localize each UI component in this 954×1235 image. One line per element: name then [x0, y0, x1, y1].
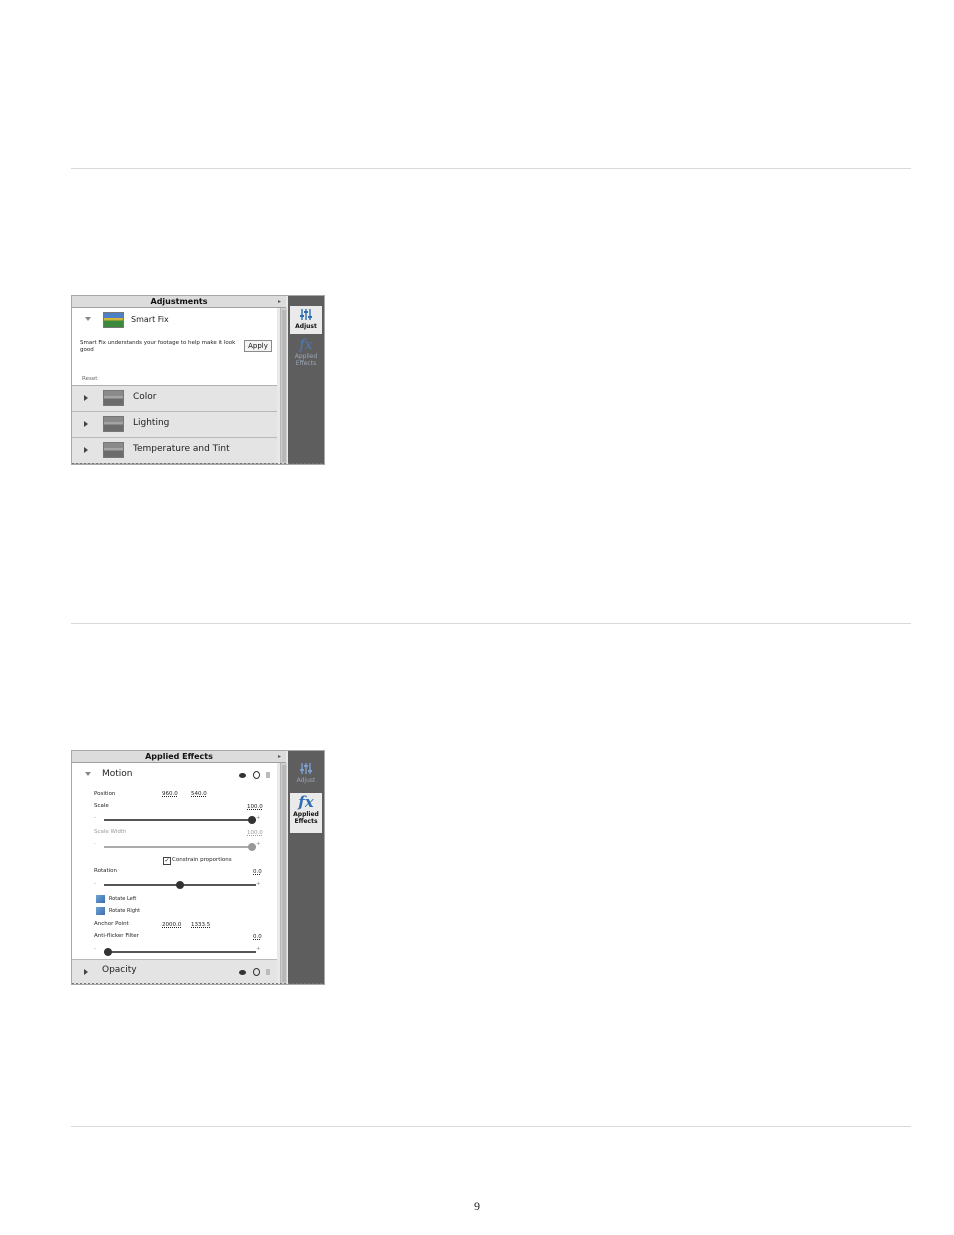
page-number: 9	[474, 1199, 480, 1213]
color-thumbnail	[103, 390, 124, 406]
chevron-right-icon	[84, 969, 88, 975]
rotate-left-icon[interactable]	[96, 895, 105, 903]
anchor-y-value[interactable]: 1333.5	[191, 922, 210, 929]
tab-adjust-label: Adjust	[296, 777, 316, 784]
panel-side-tabs: Adjust fx Applied Effects	[288, 296, 324, 464]
anchor-x-value[interactable]: 2000.0	[162, 922, 181, 929]
divider-rule	[71, 168, 911, 169]
scale-width-label: Scale Width	[94, 829, 127, 835]
constrain-checkbox[interactable]: ✓	[163, 857, 171, 865]
antiflicker-slider-knob[interactable]	[104, 948, 112, 956]
scale-label: Scale	[94, 803, 109, 809]
trash-icon[interactable]	[266, 772, 270, 778]
tab-applied-effects-label: Applied Effects	[294, 353, 318, 367]
adjustment-row-color[interactable]: Color	[72, 386, 277, 412]
position-y-value[interactable]: 540.0	[191, 791, 207, 798]
antiflicker-slider[interactable]	[104, 948, 256, 956]
rotate-right-icon[interactable]	[96, 907, 105, 915]
panel-menu-icon[interactable]: ▸	[278, 751, 281, 762]
panel-title: Adjustments	[72, 296, 286, 308]
position-label: Position	[94, 791, 116, 797]
divider-rule	[71, 623, 911, 624]
row-label: Temperature and Tint	[133, 444, 230, 454]
rotate-right-label[interactable]: Rotate Right	[109, 908, 140, 915]
chevron-down-icon[interactable]	[85, 772, 91, 776]
panel-cut-edge	[72, 463, 324, 464]
temperature-thumbnail	[103, 442, 124, 458]
reset-link[interactable]: Reset	[82, 376, 97, 383]
divider-rule	[71, 1126, 911, 1127]
rotation-label: Rotation	[94, 868, 118, 874]
reset-icon[interactable]	[253, 771, 260, 779]
panel-title: Applied Effects	[72, 751, 286, 763]
row-label: Color	[133, 392, 157, 402]
panel-scrollbar[interactable]	[280, 763, 287, 984]
sliders-icon	[300, 763, 312, 774]
lighting-thumbnail	[103, 416, 124, 432]
trash-icon[interactable]	[266, 969, 270, 975]
antiflicker-label: Anti-flicker Filter	[94, 933, 139, 939]
apply-button[interactable]: Apply	[244, 340, 272, 352]
panel-scrollbar[interactable]	[280, 308, 287, 464]
rotation-slider[interactable]	[104, 881, 256, 889]
smart-fix-thumbnail	[103, 312, 124, 328]
opacity-label: Opacity	[102, 965, 137, 975]
tab-applied-effects[interactable]: fx Applied Effects	[290, 338, 322, 370]
eye-icon[interactable]	[239, 773, 246, 778]
smart-fix-description: Smart Fix understands your footage to he…	[80, 340, 236, 353]
adjustment-row-temperature[interactable]: Temperature and Tint	[72, 438, 277, 464]
adjustment-row-lighting[interactable]: Lighting	[72, 412, 277, 438]
chevron-right-icon	[84, 421, 88, 427]
scale-width-value: 100.0	[247, 830, 263, 836]
panel-side-tabs: Adjust fx Applied Effects	[288, 751, 324, 984]
fx-icon: fx	[298, 793, 314, 811]
row-label: Lighting	[133, 418, 170, 428]
constrain-label: Constrain proportions	[172, 857, 232, 863]
scale-slider[interactable]	[104, 816, 256, 824]
eye-icon[interactable]	[239, 970, 246, 975]
scale-width-slider	[104, 843, 256, 851]
rotation-value[interactable]: 0.0	[253, 869, 262, 876]
smart-fix-section: Smart Fix Smart Fix understands your foo…	[72, 308, 277, 386]
chevron-right-icon	[84, 395, 88, 401]
sliders-icon	[300, 309, 312, 320]
chevron-right-icon	[84, 447, 88, 453]
tab-adjust[interactable]: Adjust	[290, 759, 322, 789]
adjustments-panel: Adjustments ▸ Adjust fx Applied Effects …	[71, 295, 325, 465]
panel-cut-edge	[72, 983, 324, 984]
tab-applied-effects[interactable]: fx Applied Effects	[290, 793, 322, 833]
anchor-point-label: Anchor Point	[94, 921, 129, 927]
tab-adjust-label: Adjust	[295, 323, 317, 330]
scale-value[interactable]: 100.0	[247, 804, 263, 811]
fx-icon: fx	[299, 337, 313, 353]
chevron-down-icon[interactable]	[85, 317, 91, 321]
panel-menu-icon[interactable]: ▸	[278, 296, 281, 307]
opacity-row[interactable]: Opacity	[72, 959, 277, 984]
rotation-slider-knob[interactable]	[176, 881, 184, 889]
reset-icon[interactable]	[253, 968, 260, 976]
tab-adjust[interactable]: Adjust	[290, 306, 322, 334]
scale-slider-knob[interactable]	[248, 816, 256, 824]
antiflicker-value[interactable]: 0.0	[253, 934, 262, 941]
tab-applied-effects-label: Applied Effects	[293, 811, 319, 825]
smart-fix-label[interactable]: Smart Fix	[131, 315, 169, 324]
rotate-left-label[interactable]: Rotate Left	[109, 896, 136, 903]
scale-width-slider-knob	[248, 843, 256, 851]
applied-effects-panel: Applied Effects ▸ Adjust fx Applied Effe…	[71, 750, 325, 985]
motion-label[interactable]: Motion	[102, 769, 133, 779]
position-x-value[interactable]: 960.0	[162, 791, 178, 798]
motion-section: Motion Position 960.0 540.0 Scale 100.0 …	[72, 763, 277, 971]
